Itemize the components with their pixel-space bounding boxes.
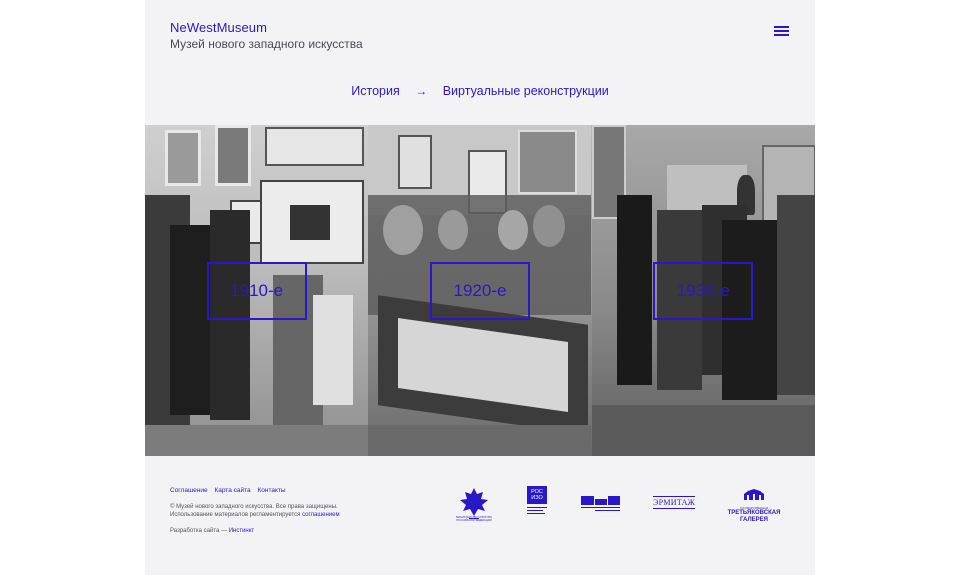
tile-1920s[interactable]: 1920-е	[368, 125, 592, 456]
footer-link-agreement[interactable]: Соглашение	[170, 487, 208, 494]
museum-association-logo[interactable]	[581, 496, 621, 521]
breadcrumb-item-virtual-reconstructions[interactable]: Виртуальные реконструкции	[443, 84, 609, 98]
tretyakov-wordmark: ТРЕТЬЯКОВСКАЯ ГАЛЕРЕЯ	[727, 510, 781, 523]
footer-links: Соглашение Карта сайта Контакты	[170, 487, 291, 494]
mincult-logo[interactable]: МИНИСТЕРСТВО КУЛЬТУРЫ РОССИЙСКОЙ ФЕДЕРАЦ…	[455, 486, 493, 531]
footer-developer: Разработка сайта — Инстинкт	[170, 528, 254, 534]
blocks-logo-icon	[581, 496, 620, 511]
hermitage-logo[interactable]: ЭРМИТАЖ	[653, 496, 698, 509]
decade-label-1930s: 1930-е	[653, 261, 754, 320]
developer-link[interactable]: Инстинкт	[229, 528, 254, 534]
copyright-usage-text: Использование материалов регламентируетс…	[170, 512, 301, 518]
decade-tiles: 1910-е 1920-е 1930-е	[145, 125, 815, 456]
breadcrumb-item-history[interactable]: История	[351, 84, 399, 98]
mincult-text: МИНИСТЕРСТВО КУЛЬТУРЫ РОССИЙСКОЙ ФЕДЕРАЦ…	[456, 516, 492, 522]
developer-text: Разработка сайта —	[170, 528, 228, 534]
copyright-line: © Музей нового западного искусства. Все …	[170, 504, 338, 510]
rosizo-mark: РОС ИЗО	[527, 486, 547, 504]
tretyakov-logo[interactable]: ГОСУДАРСТВЕННАЯ ТРЕТЬЯКОВСКАЯ ГАЛЕРЕЯ	[723, 488, 785, 523]
arrow-right-icon: →	[415, 84, 428, 98]
decade-label-1920s: 1920-е	[429, 261, 530, 320]
tile-1930s[interactable]: 1930-е	[591, 125, 815, 456]
brand-name[interactable]: NeWestMuseum	[170, 20, 363, 35]
copyright-agreement-link[interactable]: соглашением	[302, 512, 340, 518]
brand-subtitle: Музей нового западного искусства	[170, 37, 363, 51]
tile-1910s[interactable]: 1910-е	[145, 125, 369, 456]
footer-copyright: © Музей нового западного искусства. Все …	[170, 503, 360, 519]
decade-label-1910s: 1910-е	[206, 261, 307, 320]
hermitage-wordmark: ЭРМИТАЖ	[653, 498, 696, 507]
partner-logos: МИНИСТЕРСТВО КУЛЬТУРЫ РОССИЙСКОЙ ФЕДЕРАЦ…	[455, 486, 795, 526]
hamburger-icon[interactable]	[774, 26, 789, 36]
site-brand[interactable]: NeWestMuseum Музей нового западного иску…	[170, 20, 363, 51]
footer-link-contacts[interactable]: Контакты	[257, 487, 285, 494]
page-container: NeWestMuseum Музей нового западного иску…	[145, 0, 815, 575]
rosizo-logo[interactable]: РОС ИЗО	[527, 486, 549, 514]
footer-link-sitemap[interactable]: Карта сайта	[214, 487, 250, 494]
gallery-facade-icon	[744, 489, 764, 500]
breadcrumb: История → Виртуальные реконструкции	[145, 84, 815, 98]
